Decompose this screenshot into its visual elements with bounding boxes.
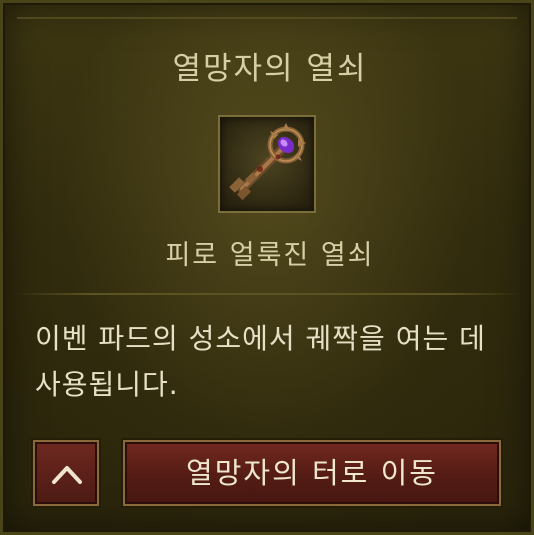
item-description: 이벤 파드의 성소에서 궤짝을 여는 데 사용됩니다. bbox=[35, 322, 486, 401]
section-divider bbox=[15, 293, 521, 295]
item-icon-frame[interactable] bbox=[218, 115, 316, 213]
item-name: 피로 얼룩진 열쇠 bbox=[165, 240, 375, 271]
collapse-button[interactable] bbox=[33, 440, 99, 506]
go-to-location-button[interactable]: 열망자의 터로 이동 bbox=[123, 440, 501, 506]
item-tooltip-panel: 열망자의 열쇠 피로 얼룩진 열쇠 이벤 파드의 성소에서 궤짝을 여는 데 사… bbox=[0, 0, 534, 535]
panel-top-trim bbox=[17, 17, 517, 19]
chevron-up-icon bbox=[52, 466, 82, 484]
bloody-key-icon bbox=[229, 123, 306, 201]
panel-title: 열망자의 열쇠 bbox=[172, 51, 368, 87]
